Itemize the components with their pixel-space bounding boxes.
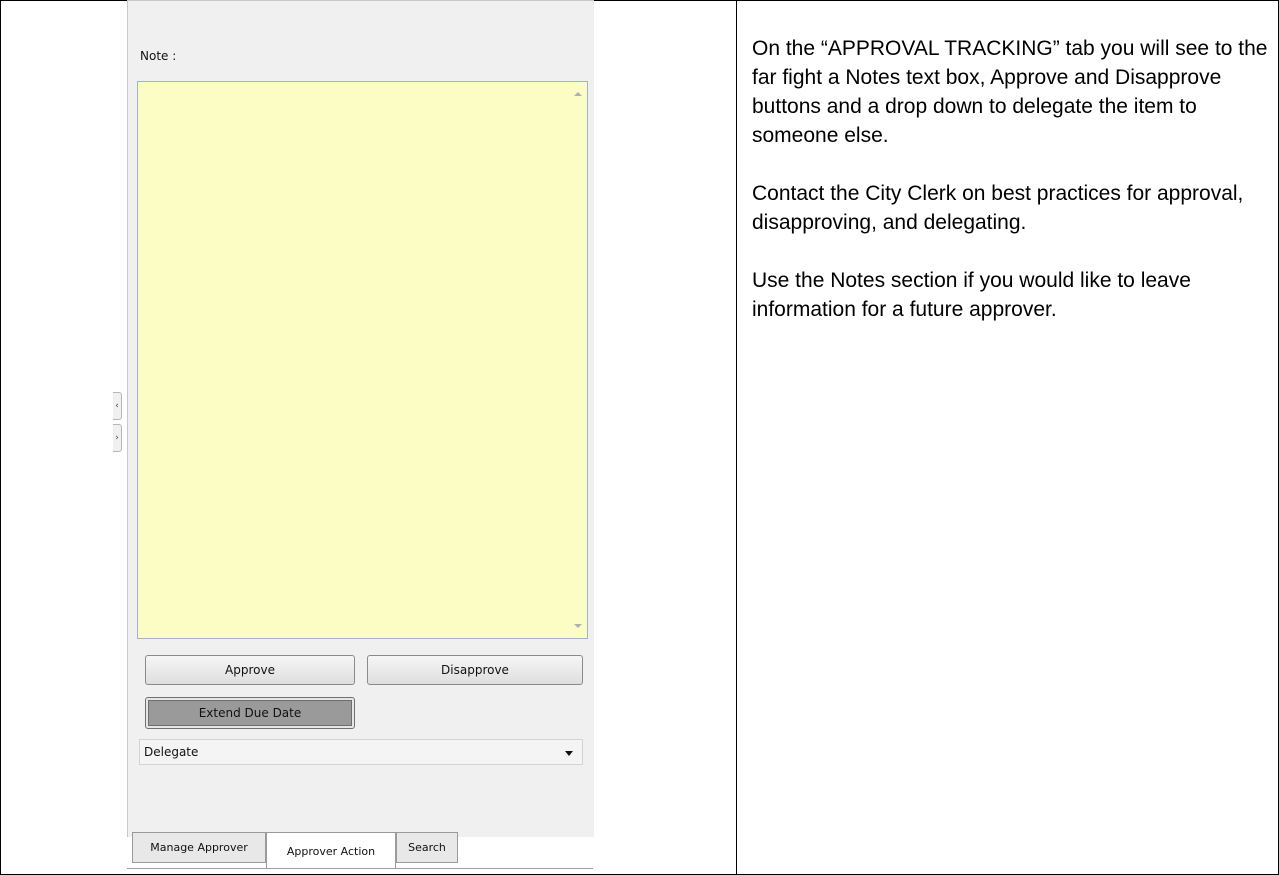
- scroll-down-icon[interactable]: [574, 624, 582, 628]
- tab-approver-action[interactable]: Approver Action: [266, 832, 396, 868]
- extend-due-date-label: Extend Due Date: [148, 700, 352, 726]
- tab-search[interactable]: Search: [396, 832, 458, 863]
- collapse-left-icon[interactable]: ‹: [113, 392, 122, 420]
- approver-action-screenshot: ‹ › Note : Approve Disapprove Extend Due…: [113, 0, 594, 875]
- tab-manage-approver[interactable]: Manage Approver: [132, 832, 266, 863]
- instructions-text: On the “APPROVAL TRACKING” tab you will …: [752, 34, 1272, 353]
- delegate-dropdown[interactable]: Delegate: [139, 739, 583, 765]
- instruction-paragraph: Contact the City Clerk on best practices…: [752, 182, 1244, 234]
- disapprove-button[interactable]: Disapprove: [367, 655, 583, 685]
- instruction-paragraph: On the “APPROVAL TRACKING” tab you will …: [752, 37, 1268, 147]
- expand-right-icon[interactable]: ›: [113, 424, 122, 452]
- instruction-paragraph: Use the Notes section if you would like …: [752, 269, 1191, 321]
- scroll-up-icon[interactable]: [574, 92, 582, 96]
- note-textarea[interactable]: [137, 81, 588, 639]
- note-scrollbar[interactable]: [570, 82, 587, 638]
- table-column-divider: [736, 0, 737, 875]
- extend-due-date-button[interactable]: Extend Due Date: [145, 697, 355, 729]
- note-label: Note :: [140, 49, 177, 63]
- splitter-handle[interactable]: ‹ ›: [113, 392, 122, 454]
- delegate-value: Delegate: [144, 745, 199, 759]
- chevron-down-icon[interactable]: [565, 751, 573, 756]
- approve-button[interactable]: Approve: [145, 655, 355, 685]
